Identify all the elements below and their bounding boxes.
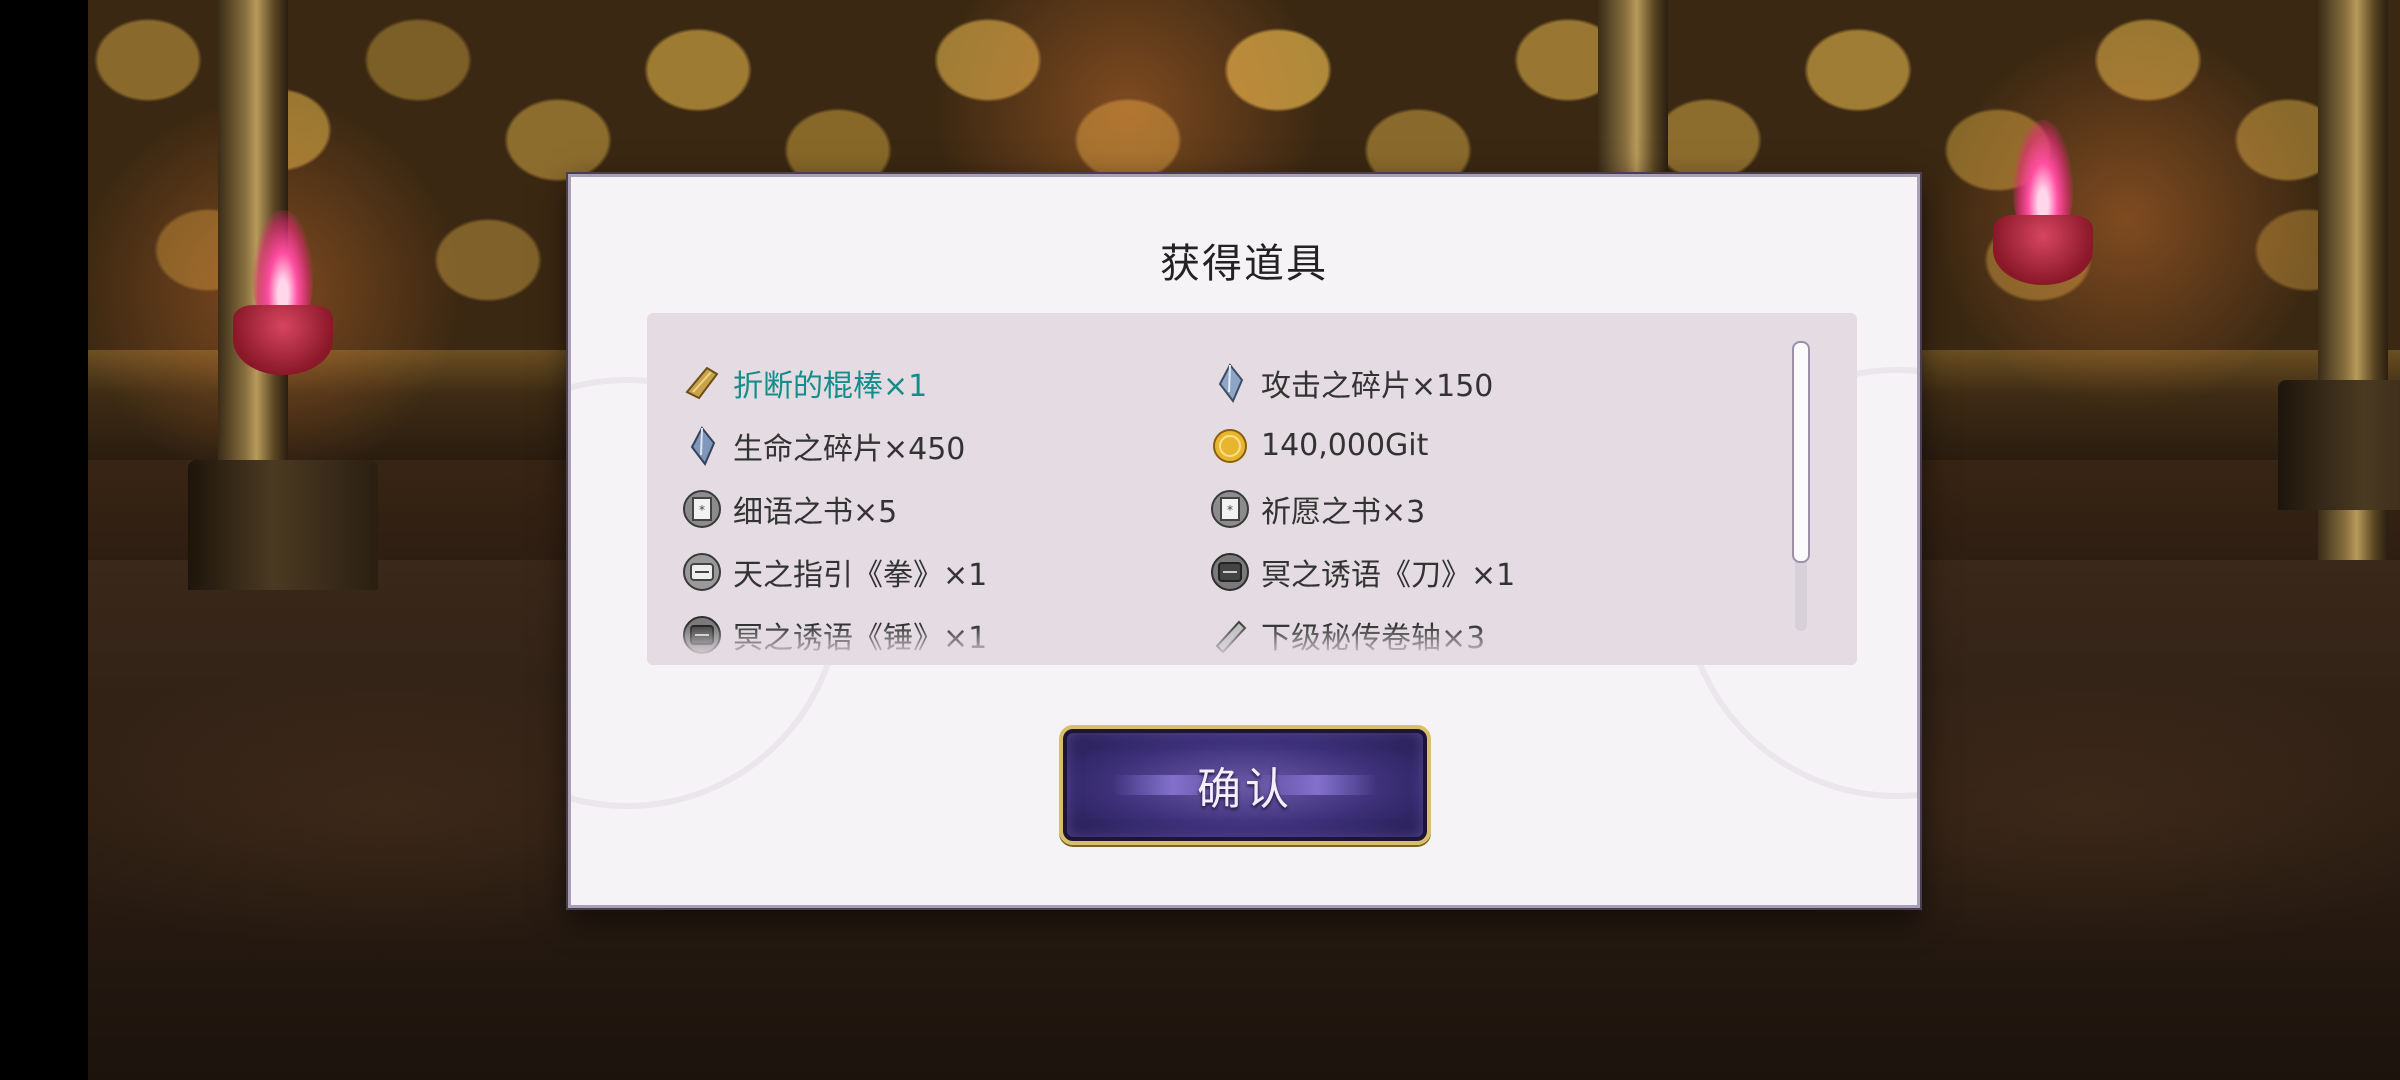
reward-item[interactable]: 折断的棍棒×1 [681,351,1209,414]
torch-cup [1993,215,2093,285]
reward-item[interactable]: 冥之诱语《刀》×1 [1209,540,1737,603]
reward-item[interactable]: * 细语之书×5 [681,477,1209,540]
svg-text:*: * [699,503,705,517]
gold-coin-icon [1209,425,1251,467]
torch [228,210,338,390]
svg-text:*: * [1227,503,1233,517]
confirm-button[interactable]: 确认 [1059,725,1431,845]
torch-cup [233,305,333,375]
list-fade [647,625,1857,665]
reward-item-label: 生命之碎片×450 [733,431,966,467]
reward-item-label: 冥之诱语《刀》×1 [1261,557,1516,593]
reward-item-label: 天之指引《拳》×1 [733,557,988,593]
prayer-book-icon: * [1209,488,1251,530]
reward-item-label: 折断的棍棒×1 [733,368,928,404]
torch [1988,120,2098,300]
whisper-book-icon: * [681,488,723,530]
reward-item-label: 140,000Git [1261,428,1429,463]
reward-item[interactable]: 生命之碎片×450 [681,414,1209,477]
item-reward-dialog: 获得道具 折断的棍棒×1 攻击之碎片×150 生命之碎片×450 140,000Git… [568,174,1920,908]
heaven-guide-icon [681,551,723,593]
reward-item[interactable]: * 祈愿之书×3 [1209,477,1737,540]
life-shard-icon [681,425,723,467]
reward-item-label: 攻击之碎片×150 [1261,368,1494,404]
items-list-panel[interactable]: 折断的棍棒×1 攻击之碎片×150 生命之碎片×450 140,000Git * 细语之书… [647,313,1857,665]
underworld-lure-icon [1209,551,1251,593]
scrollbar[interactable] [1792,341,1810,631]
torch-glow [1918,10,2338,430]
reward-item[interactable]: 攻击之碎片×150 [1209,351,1737,414]
pillar-base [2278,380,2400,510]
dialog-title: 获得道具 [1160,241,1328,287]
reward-item-label: 细语之书×5 [733,494,898,530]
reward-item[interactable]: 140,000Git [1209,414,1737,477]
broken-club-icon [681,362,723,404]
items-grid: 折断的棍棒×1 攻击之碎片×150 生命之碎片×450 140,000Git * 细语之书… [681,351,1761,665]
confirm-button-label: 确认 [1197,764,1293,815]
reward-item-label: 祈愿之书×3 [1261,494,1426,530]
game-screen: 获得道具 折断的棍棒×1 攻击之碎片×150 生命之碎片×450 140,000Git… [0,0,2400,1080]
attack-shard-icon [1209,362,1251,404]
reward-item[interactable]: 天之指引《拳》×1 [681,540,1209,603]
scrollbar-thumb[interactable] [1792,341,1810,563]
pillar-base [188,460,378,590]
